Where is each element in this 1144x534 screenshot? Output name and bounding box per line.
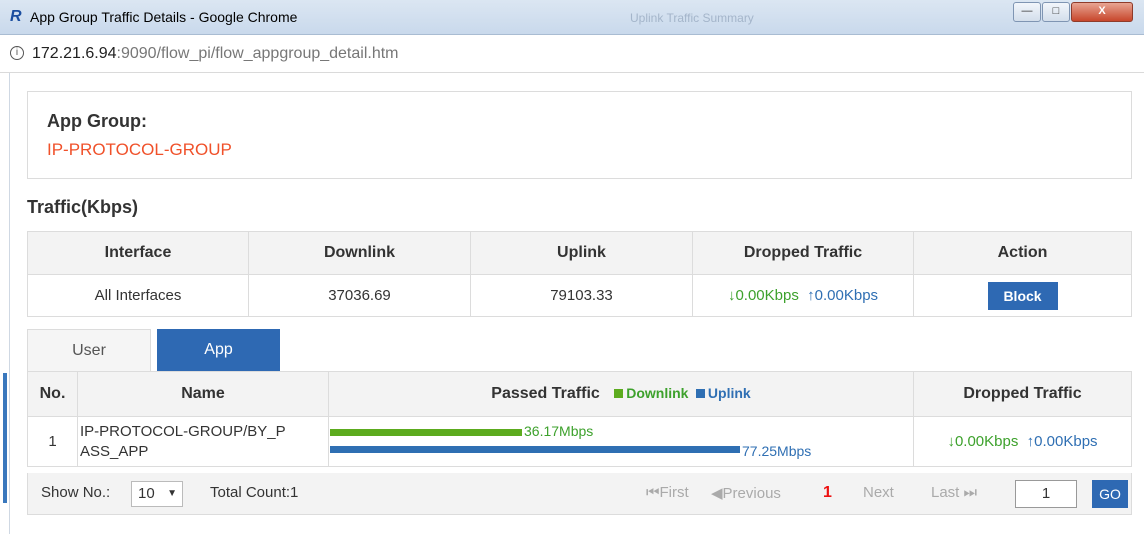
dropped-up-value: ↑0.00Kbps: [807, 287, 879, 304]
last-page-label: Last: [931, 484, 960, 501]
info-icon[interactable]: i: [10, 46, 24, 60]
address-bar[interactable]: i 172.21.6.94:9090/flow_pi/flow_appgroup…: [0, 35, 1144, 73]
page-size-select[interactable]: 10 ▼: [131, 481, 183, 507]
tab-user[interactable]: User: [27, 329, 151, 371]
legend-uplink: Uplink: [707, 385, 751, 401]
last-page-icon: ⏭: [963, 484, 978, 501]
col-name: Name: [77, 371, 329, 417]
url-path: :9090/flow_pi/flow_appgroup_detail.htm: [116, 45, 399, 62]
action-cell: Block: [913, 274, 1132, 317]
page-number-input[interactable]: 1: [1015, 480, 1077, 508]
traffic-table: Interface Downlink Uplink Dropped Traffi…: [27, 231, 1132, 317]
block-button[interactable]: Block: [987, 281, 1058, 310]
col-uplink: Uplink: [470, 231, 693, 275]
first-page-label: First: [659, 484, 689, 501]
first-page-link[interactable]: ⏮First: [646, 484, 689, 501]
left-edge-marker: [3, 373, 7, 503]
minimize-button[interactable]: —: [1013, 2, 1041, 22]
row-name: IP-PROTOCOL-GROUP/BY_P ASS_APP: [77, 416, 329, 467]
url-host: 172.21.6.94: [32, 45, 117, 62]
legend-downlink: Downlink: [626, 385, 689, 401]
chevron-down-icon: ▼: [167, 488, 177, 499]
passed-traffic-label: Passed Traffic: [491, 385, 600, 402]
col-downlink: Downlink: [248, 231, 471, 275]
uplink-bar: [330, 446, 740, 453]
show-no-label: Show No.:: [41, 484, 111, 501]
app-logo-icon: R: [10, 8, 22, 25]
window-titlebar: R App Group Traffic Details - Google Chr…: [0, 0, 1144, 35]
downlink-bar-label: 36.17Mbps: [524, 423, 594, 439]
col-passed-traffic: Passed Traffic Downlink Uplink: [328, 371, 914, 417]
row-no: 1: [27, 416, 78, 467]
table-row: 1 IP-PROTOCOL-GROUP/BY_P ASS_APP 36.17Mb…: [27, 416, 1132, 467]
app-group-box: App Group: IP-PROTOCOL-GROUP: [27, 91, 1132, 179]
dropped-down-value: ↓0.00Kbps: [727, 287, 799, 304]
dropped-cell: ↓0.00Kbps ↑0.00Kbps: [692, 274, 914, 317]
downlink-cell: 37036.69: [248, 274, 471, 317]
first-page-icon: ⏮: [646, 484, 660, 501]
col-no: No.: [27, 371, 78, 417]
traffic-section-title: Traffic(Kbps): [27, 197, 139, 217]
left-edge: [0, 73, 10, 534]
downlink-bar: [330, 429, 522, 436]
legend-uplink-swatch: [695, 389, 705, 399]
go-button[interactable]: GO: [1092, 480, 1128, 508]
previous-page-icon: ◀: [711, 485, 723, 502]
last-page-link[interactable]: Last ⏭: [931, 484, 977, 501]
close-button[interactable]: X: [1071, 2, 1133, 22]
col-dropped: Dropped Traffic: [692, 231, 914, 275]
apps-table: No. Name Passed Traffic Downlink Uplink …: [27, 371, 1132, 467]
page-size-value: 10: [138, 485, 155, 502]
window-title: App Group Traffic Details - Google Chrom…: [30, 9, 298, 25]
uplink-cell: 79103.33: [470, 274, 693, 317]
current-page[interactable]: 1: [823, 484, 832, 502]
app-group-label: App Group:: [47, 111, 147, 131]
col-interface: Interface: [27, 231, 249, 275]
next-page-link[interactable]: Next: [863, 484, 894, 501]
passed-traffic-cell: 36.17Mbps 77.25Mbps: [328, 416, 914, 467]
previous-page-label: Previous: [722, 485, 781, 502]
row-dropped-up: ↑0.00Kbps: [1026, 433, 1098, 450]
tab-app[interactable]: App: [157, 329, 280, 371]
maximize-button[interactable]: □: [1042, 2, 1070, 22]
pager-bar: Show No.: 10 ▼ Total Count:1 ⏮First ◀Pre…: [27, 473, 1132, 515]
previous-page-link[interactable]: ◀Previous: [711, 484, 781, 502]
url-text[interactable]: 172.21.6.94:9090/flow_pi/flow_appgroup_d…: [32, 45, 399, 63]
interface-cell: All Interfaces: [27, 274, 249, 317]
uplink-bar-label: 77.25Mbps: [742, 443, 812, 459]
col-action: Action: [913, 231, 1132, 275]
row-dropped-down: ↓0.00Kbps: [947, 433, 1019, 450]
total-count: Total Count:1: [210, 484, 299, 501]
app-group-value: IP-PROTOCOL-GROUP: [47, 140, 232, 159]
apps-header-row: No. Name Passed Traffic Downlink Uplink …: [27, 371, 1132, 417]
background-window-title: Uplink Traffic Summary: [630, 11, 754, 25]
row-dropped: ↓0.00Kbps ↑0.00Kbps: [913, 416, 1132, 467]
legend-downlink-swatch: [614, 389, 624, 399]
table-row: All Interfaces 37036.69 79103.33 ↓0.00Kb…: [27, 274, 1132, 317]
col-dropped-traffic: Dropped Traffic: [913, 371, 1132, 417]
traffic-header-row: Interface Downlink Uplink Dropped Traffi…: [27, 231, 1132, 275]
